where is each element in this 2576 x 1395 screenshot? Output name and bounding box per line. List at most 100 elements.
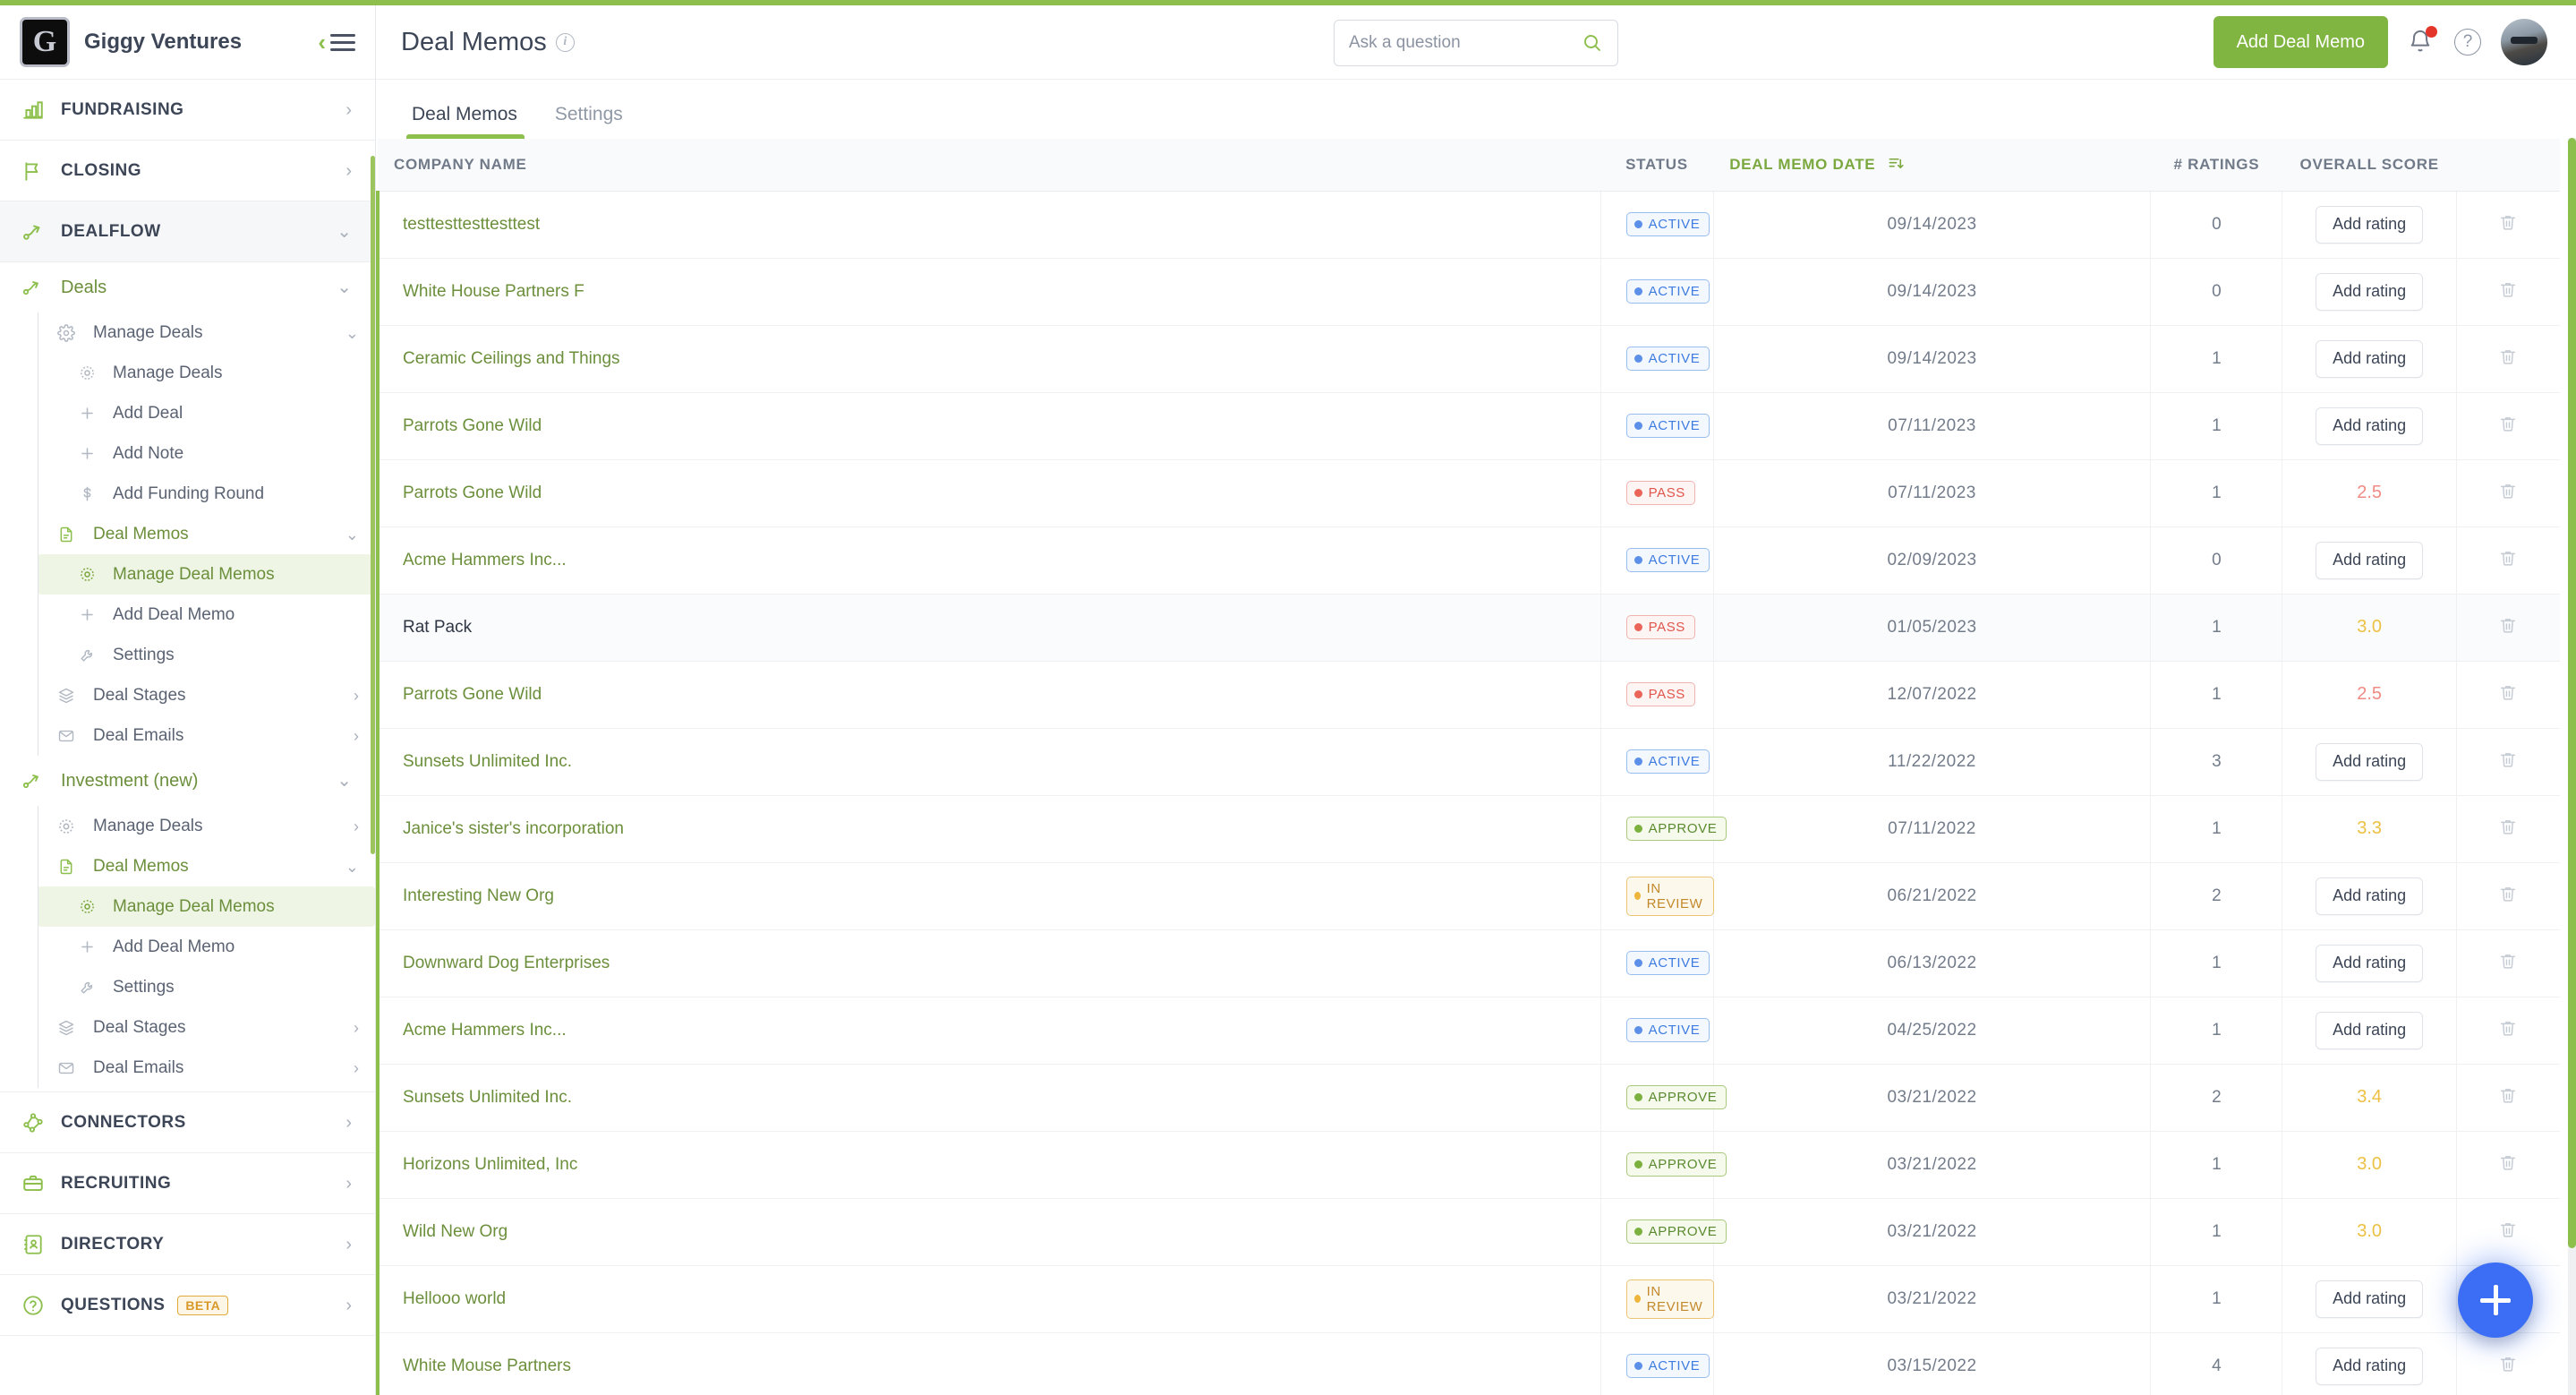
info-icon[interactable]: i (555, 32, 575, 52)
sidebar-section-closing[interactable]: CLOSING › (0, 141, 375, 201)
cell-company-name[interactable]: Sunsets Unlimited Inc. (375, 728, 1601, 796)
cell-company-name[interactable]: Acme Hammers Inc... (375, 526, 1601, 595)
cell-company-name[interactable]: Rat Pack (375, 594, 1601, 662)
add-rating-button[interactable]: Add rating (2316, 742, 2424, 781)
table-row[interactable]: Janice's sister's incorporation APPROVE 07… (375, 795, 2560, 863)
search-box[interactable] (1334, 20, 1618, 66)
add-rating-button[interactable]: Add rating (2316, 877, 2424, 915)
trash-icon[interactable] (2498, 615, 2518, 635)
sidebar-item-investment-manage-deal-memos[interactable]: Manage Deal Memos (38, 886, 375, 927)
cell-company-name[interactable]: Parrots Gone Wild (375, 661, 1601, 729)
sort-descending-icon[interactable] (1888, 155, 1905, 172)
table-row[interactable]: Rat Pack PASS 01/05/2023 1 3.0 (375, 594, 2560, 662)
cell-company-name[interactable]: Downward Dog Enterprises (375, 929, 1601, 997)
column-header-status[interactable]: STATUS (1600, 139, 1714, 192)
table-row[interactable]: White Mouse Partners ACTIVE 03/15/2022 4 Add… (375, 1332, 2560, 1395)
cell-company-name[interactable]: Horizons Unlimited, Inc (375, 1131, 1601, 1199)
sidebar-item-investment-add-deal-memo[interactable]: Add Deal Memo (38, 927, 375, 967)
trash-icon[interactable] (2498, 347, 2518, 366)
cell-company-name[interactable]: Interesting New Org (375, 862, 1601, 930)
table-row[interactable]: Acme Hammers Inc... ACTIVE 02/09/2023 0 Add … (375, 526, 2560, 595)
trash-icon[interactable] (2498, 212, 2518, 232)
table-row[interactable]: Sunsets Unlimited Inc. APPROVE 03/21/2022 2… (375, 1064, 2560, 1132)
trash-icon[interactable] (2498, 414, 2518, 433)
sidebar-group-deals[interactable]: Deals ⌄ (0, 262, 375, 312)
table-row[interactable]: White House Partners F ACTIVE 09/14/2023 0 A… (375, 258, 2560, 326)
sidebar-section-directory[interactable]: DIRECTORY › (0, 1214, 375, 1275)
trash-icon[interactable] (2498, 884, 2518, 903)
add-rating-button[interactable]: Add rating (2316, 1279, 2424, 1318)
sidebar-item-manage-deal-memos[interactable]: Manage Deal Memos (38, 554, 375, 595)
add-floating-action-button[interactable] (2458, 1262, 2533, 1338)
cell-company-name[interactable]: White Mouse Partners (375, 1332, 1601, 1395)
trash-icon[interactable] (2498, 279, 2518, 299)
trash-icon[interactable] (2498, 817, 2518, 836)
table-row[interactable]: Sunsets Unlimited Inc. ACTIVE 11/22/2022 3 A… (375, 728, 2560, 796)
cell-company-name[interactable]: Wild New Org (375, 1198, 1601, 1266)
table-row[interactable]: Acme Hammers Inc... ACTIVE 04/25/2022 1 Add … (375, 997, 2560, 1065)
sidebar-item-investment-deal-memos[interactable]: Deal Memos ⌄ (38, 846, 375, 886)
trash-icon[interactable] (2498, 1354, 2518, 1374)
cell-company-name[interactable]: White House Partners F (375, 258, 1601, 326)
sidebar-item-deal-stages[interactable]: Deal Stages › (38, 675, 375, 715)
help-icon[interactable]: ? (2454, 29, 2481, 56)
column-header-overall-score[interactable]: OVERALL SCORE (2282, 139, 2457, 192)
table-row[interactable]: Parrots Gone Wild PASS 07/11/2023 1 2.5 (375, 459, 2560, 527)
sidebar-section-connectors[interactable]: CONNECTORS › (0, 1092, 375, 1153)
sidebar-item-investment-deal-emails[interactable]: Deal Emails › (38, 1048, 375, 1088)
tab-settings[interactable]: Settings (542, 104, 643, 139)
add-rating-button[interactable]: Add rating (2316, 339, 2424, 378)
sidebar-item-deal-memos[interactable]: Deal Memos ⌄ (38, 514, 375, 554)
trash-icon[interactable] (2498, 1018, 2518, 1038)
add-deal-memo-button[interactable]: Add Deal Memo (2213, 16, 2388, 68)
add-rating-button[interactable]: Add rating (2316, 1011, 2424, 1049)
trash-icon[interactable] (2498, 1085, 2518, 1105)
cell-company-name[interactable]: Ceramic Ceilings and Things (375, 325, 1601, 393)
trash-icon[interactable] (2498, 481, 2518, 501)
sidebar-item-manage-deals-sub[interactable]: Manage Deals (38, 353, 375, 393)
sidebar-section-dealflow[interactable]: DEALFLOW ⌄ (0, 201, 375, 262)
table-row[interactable]: Horizons Unlimited, Inc APPROVE 03/21/2022… (375, 1131, 2560, 1199)
table-row[interactable]: Hellooo world IN REVIEW 03/21/2022 1 Add rat… (375, 1265, 2560, 1333)
table-row[interactable]: Interesting New Org IN REVIEW 06/21/2022 2 A… (375, 862, 2560, 930)
cell-company-name[interactable]: Hellooo world (375, 1265, 1601, 1333)
sidebar-item-deal-memo-settings[interactable]: Settings (38, 635, 375, 675)
sidebar-section-fundraising[interactable]: FUNDRAISING › (0, 80, 375, 141)
trash-icon[interactable] (2498, 749, 2518, 769)
sidebar-item-investment-manage-deals[interactable]: Manage Deals › (38, 806, 375, 846)
notifications-button[interactable] (2408, 26, 2437, 56)
sidebar-item-manage-deals[interactable]: Manage Deals ⌄ (38, 312, 375, 353)
table-row[interactable]: Parrots Gone Wild PASS 12/07/2022 1 2.5 (375, 661, 2560, 729)
add-rating-button[interactable]: Add rating (2316, 272, 2424, 311)
sidebar-collapse-toggle[interactable]: ‹ (318, 30, 355, 54)
sidebar-scrollbar[interactable] (371, 156, 375, 854)
tab-deal-memos[interactable]: Deal Memos (399, 104, 537, 139)
table-row[interactable]: testtesttesttesttest ACTIVE 09/14/2023 0 Add… (375, 191, 2560, 259)
search-icon[interactable] (1582, 32, 1603, 54)
sidebar-item-add-deal-memo[interactable]: Add Deal Memo (38, 595, 375, 635)
table-row[interactable]: Ceramic Ceilings and Things ACTIVE 09/14/2… (375, 325, 2560, 393)
sidebar-item-investment-deal-stages[interactable]: Deal Stages › (38, 1007, 375, 1048)
trash-icon[interactable] (2498, 682, 2518, 702)
add-rating-button[interactable]: Add rating (2316, 541, 2424, 579)
trash-icon[interactable] (2498, 951, 2518, 971)
sidebar-section-questions[interactable]: QUESTIONS BETA › (0, 1275, 375, 1336)
sidebar-group-investment-new[interactable]: Investment (new) ⌄ (0, 756, 375, 806)
add-rating-button[interactable]: Add rating (2316, 407, 2424, 445)
column-header-company-name[interactable]: COMPANY NAME (378, 139, 1601, 192)
table-row[interactable]: Wild New Org APPROVE 03/21/2022 1 3.0 (375, 1198, 2560, 1266)
avatar[interactable] (2501, 19, 2547, 65)
search-input[interactable] (1349, 33, 1582, 53)
trash-icon[interactable] (2498, 548, 2518, 568)
cell-company-name[interactable]: Acme Hammers Inc... (375, 997, 1601, 1065)
main-scrollbar-thumb[interactable] (2568, 138, 2576, 1248)
trash-icon[interactable] (2498, 1220, 2518, 1239)
table-row[interactable]: Parrots Gone Wild ACTIVE 07/11/2023 1 Add ra… (375, 392, 2560, 460)
column-header-deal-memo-date[interactable]: DEAL MEMO DATE (1713, 139, 2151, 192)
sidebar-section-recruiting[interactable]: RECRUITING › (0, 1153, 375, 1214)
cell-company-name[interactable]: Sunsets Unlimited Inc. (375, 1064, 1601, 1132)
add-rating-button[interactable]: Add rating (2316, 205, 2424, 244)
cell-company-name[interactable]: Parrots Gone Wild (375, 459, 1601, 527)
cell-company-name[interactable]: testtesttesttesttest (375, 191, 1601, 259)
cell-company-name[interactable]: Parrots Gone Wild (375, 392, 1601, 460)
